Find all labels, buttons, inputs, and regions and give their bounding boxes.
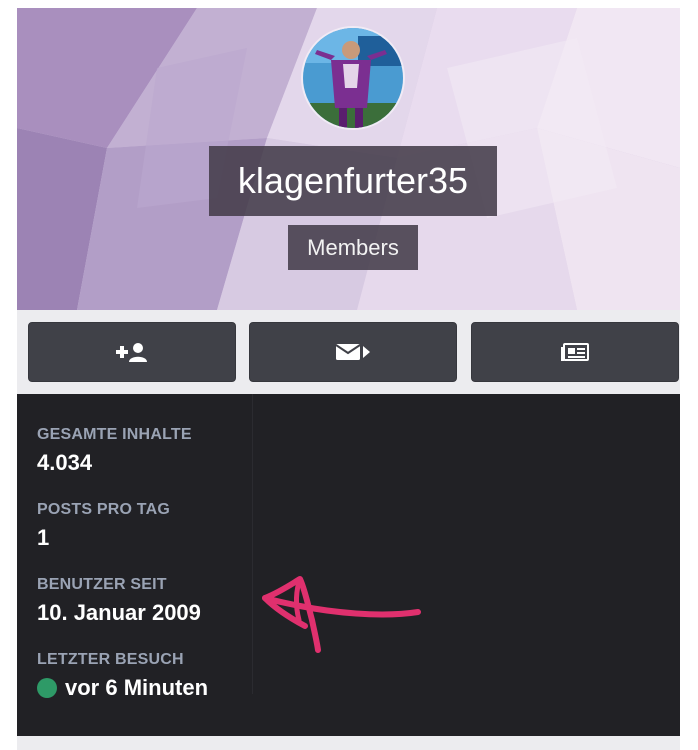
activity-icon — [561, 343, 589, 361]
message-button[interactable] — [249, 322, 457, 382]
cover-photo: klagenfurter35 Members — [17, 8, 680, 310]
add-friend-icon — [116, 343, 147, 362]
stat-total-content: GESAMTE INHALTE 4.034 — [37, 426, 192, 476]
stat-label: BENUTZER SEIT — [37, 576, 167, 593]
follow-button[interactable] — [28, 322, 236, 382]
stat-label: LETZTER BESUCH — [37, 651, 184, 668]
stat-value: 1 — [37, 525, 50, 550]
profile-stats: GESAMTE INHALTE 4.034 POSTS PRO TAG 1 BE… — [17, 394, 680, 736]
member-group-badge: Members — [288, 225, 418, 270]
stats-divider — [252, 394, 253, 694]
stat-label: POSTS PRO TAG — [37, 501, 170, 518]
profile-actions — [17, 310, 680, 394]
stat-value: 4.034 — [37, 450, 93, 475]
message-icon — [335, 344, 370, 360]
username: klagenfurter35 — [209, 146, 497, 216]
bottom-strip — [17, 736, 680, 750]
stat-member-since: BENUTZER SEIT 10. Januar 2009 — [37, 576, 201, 626]
stat-value: vor 6 Minuten — [37, 675, 208, 701]
stat-label: GESAMTE INHALTE — [37, 426, 192, 443]
stat-last-visit: LETZTER BESUCH vor 6 Minuten — [37, 651, 208, 701]
user-avatar-photo-icon — [303, 28, 403, 128]
last-visit-text: vor 6 Minuten — [65, 675, 209, 700]
online-status-icon — [37, 678, 57, 698]
stat-value: 10. Januar 2009 — [37, 600, 201, 625]
activity-button[interactable] — [471, 322, 679, 382]
avatar[interactable] — [303, 28, 403, 128]
stat-posts-per-day: POSTS PRO TAG 1 — [37, 501, 170, 551]
profile-card: klagenfurter35 Members GESAMTE INHALTE 4… — [17, 8, 680, 750]
